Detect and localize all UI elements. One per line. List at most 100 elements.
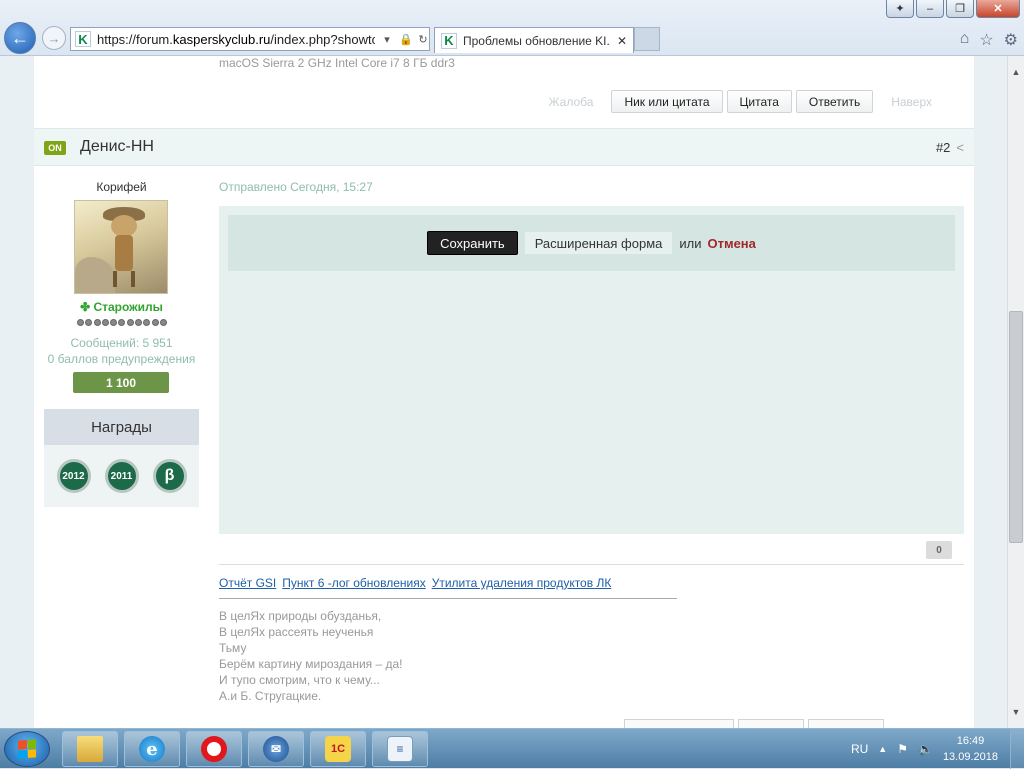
- previous-post-footer: macOS Sierra 2 GHz Intel Core i7 8 ГБ dd…: [34, 56, 974, 128]
- tab-favicon-icon: K: [441, 32, 457, 49]
- or-label: или: [679, 235, 702, 251]
- signature-link-gsi[interactable]: Отчёт GSI: [219, 576, 276, 590]
- browser-tab[interactable]: K Проблемы обновление KI... ✕: [434, 27, 634, 53]
- post-body: Корифей ✤ Старожилы Сообщений: 5 951 0 б…: [34, 166, 974, 728]
- save-button[interactable]: Сохранить: [427, 231, 518, 255]
- post-author-name[interactable]: Денис-НН: [80, 138, 154, 156]
- new-tab-button[interactable]: [634, 27, 660, 51]
- awards-heading: Награды: [44, 409, 199, 445]
- window-controls: ✦ – ❐ ✕: [886, 0, 1020, 18]
- cancel-link[interactable]: Отмена: [707, 236, 755, 251]
- back-button[interactable]: ←: [4, 22, 36, 54]
- previous-signature-line: macOS Sierra 2 GHz Intel Core i7 8 ГБ dd…: [219, 56, 455, 70]
- signature-link-update-log[interactable]: Пункт 6 -лог обновлениях: [282, 576, 425, 590]
- awards-list: 2012 2011 β: [44, 445, 199, 507]
- quick-edit-editor[interactable]: Сохранить Расширенная форма или Отмена: [219, 206, 964, 534]
- address-url[interactable]: https://forum.kasperskyclub.ru/index.php…: [97, 32, 375, 47]
- forward-button[interactable]: →: [42, 26, 66, 50]
- taskbar-opera[interactable]: [186, 731, 242, 767]
- signature-poem: В целЯх природы обузданья, В целЯх рассе…: [219, 608, 403, 704]
- award-2011-icon[interactable]: 2011: [104, 459, 139, 493]
- tray-expand-icon[interactable]: ▲: [878, 744, 887, 754]
- taskbar-ie[interactable]: e: [124, 731, 180, 767]
- poem-line: Тьму: [219, 641, 247, 655]
- post-number-link[interactable]: #2: [936, 140, 950, 155]
- thunderbird-icon: ✉: [263, 736, 289, 762]
- partial-button[interactable]: [808, 719, 884, 728]
- scroll-down-arrow-icon[interactable]: ▼: [1008, 704, 1024, 720]
- poem-line: И тупо смотрим, что к чему...: [219, 673, 380, 687]
- rank-pips: [77, 319, 167, 327]
- taskbar-1c[interactable]: 1С: [310, 731, 366, 767]
- browser-tools: ⌂ ☆ ⚙: [960, 30, 1018, 50]
- poem-line: В целЯх природы обузданья,: [219, 609, 382, 623]
- vertical-scrollbar[interactable]: ▲ ▼: [1007, 56, 1024, 728]
- partial-button[interactable]: [624, 719, 734, 728]
- quote-button[interactable]: Цитата: [726, 90, 792, 113]
- signature-rule: [219, 598, 677, 599]
- document-icon: ≡: [387, 736, 413, 762]
- partial-button[interactable]: [738, 719, 804, 728]
- address-dropdown-icon[interactable]: ▾: [381, 33, 393, 46]
- poem-line: А.и Б. Стругацкие.: [219, 689, 322, 703]
- poem-line: В целЯх рассеять неученья: [219, 625, 374, 639]
- next-action-row-partial: [624, 719, 884, 728]
- lock-icon[interactable]: 🔒: [399, 33, 413, 46]
- language-indicator[interactable]: RU: [851, 742, 868, 756]
- tab-close-icon[interactable]: ✕: [617, 34, 627, 48]
- tab-title: Проблемы обновление KI...: [463, 33, 611, 48]
- editor-actions: Сохранить Расширенная форма или Отмена: [228, 215, 955, 271]
- settings-gear-icon[interactable]: ⚙: [1004, 30, 1018, 50]
- refresh-icon[interactable]: ↻: [417, 33, 429, 46]
- signature-link-removal-tool[interactable]: Утилита удаления продуктов ЛК: [432, 576, 612, 590]
- post-timestamp: Отправлено Сегодня, 15:27: [219, 180, 373, 194]
- ie-icon: e: [139, 736, 165, 762]
- address-bar[interactable]: K https://forum.kasperskyclub.ru/index.p…: [70, 27, 430, 51]
- message-count: Сообщений: 5 951: [70, 336, 173, 350]
- advanced-form-button[interactable]: Расширенная форма: [523, 231, 674, 255]
- scroll-thumb[interactable]: [1009, 311, 1023, 543]
- scroll-up-arrow-icon[interactable]: ▲: [1008, 64, 1024, 80]
- reply-button[interactable]: Ответить: [795, 90, 874, 113]
- close-window-button[interactable]: ✕: [976, 0, 1020, 18]
- nick-quote-button[interactable]: Ник или цитата: [611, 90, 723, 113]
- action-center-flag-icon[interactable]: ⚑: [897, 742, 908, 756]
- taskbar-thunderbird[interactable]: ✉: [248, 731, 304, 767]
- start-button[interactable]: [4, 731, 50, 767]
- favorites-star-icon[interactable]: ☆: [979, 30, 993, 50]
- folder-icon: [77, 736, 103, 762]
- award-2012-icon[interactable]: 2012: [56, 459, 91, 493]
- signature-divider: [219, 564, 964, 565]
- windows-logo-icon: [18, 739, 36, 759]
- taskbar-document[interactable]: ≡: [372, 731, 428, 767]
- avatar[interactable]: [74, 200, 168, 294]
- system-tray: RU ▲ ⚑ 🔈 16:49 13.09.2018: [851, 729, 1024, 769]
- award-beta-icon[interactable]: β: [152, 459, 187, 493]
- maximize-button[interactable]: ❐: [946, 0, 974, 18]
- clock[interactable]: 16:49 13.09.2018: [943, 733, 998, 765]
- show-desktop-button[interactable]: [1010, 729, 1024, 769]
- site-favicon-icon: K: [75, 31, 91, 47]
- share-icon[interactable]: <: [956, 140, 964, 155]
- reputation-badge: 1 100: [73, 372, 169, 393]
- online-badge: ON: [44, 141, 66, 155]
- taskbar: e ✉ 1С ≡ RU ▲ ⚑ 🔈 16:49 13.09.2018: [0, 728, 1024, 769]
- taskbar-explorer[interactable]: [62, 731, 118, 767]
- page-viewport: macOS Sierra 2 GHz Intel Core i7 8 ГБ dd…: [0, 56, 1007, 728]
- post-header: ON Денис-НН #2 <: [34, 128, 974, 166]
- author-group-label: Старожилы: [93, 300, 163, 314]
- browser-chrome: ✦ – ❐ ✕ ← → K https://forum.kasperskyclu…: [0, 0, 1024, 56]
- minimize-button[interactable]: –: [916, 0, 944, 18]
- clock-date: 13.09.2018: [942, 751, 998, 763]
- post-number: #2 <: [936, 140, 964, 155]
- 1c-icon: 1С: [325, 736, 351, 762]
- warning-points: 0 баллов предупреждения: [47, 352, 196, 366]
- opera-icon: [201, 736, 227, 762]
- window-app-icon[interactable]: ✦: [886, 0, 914, 18]
- like-count-button[interactable]: 0: [926, 541, 952, 559]
- to-top-link[interactable]: Наверх: [877, 95, 946, 109]
- report-link[interactable]: Жалоба: [534, 95, 607, 109]
- volume-icon[interactable]: 🔈: [918, 742, 933, 756]
- author-group: ✤ Старожилы: [80, 300, 163, 314]
- home-icon[interactable]: ⌂: [960, 30, 970, 50]
